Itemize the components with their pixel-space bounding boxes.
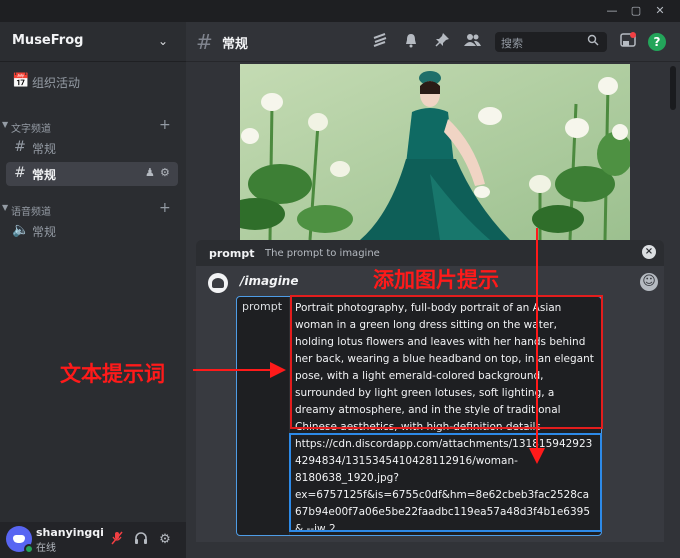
annotation-arrows xyxy=(193,228,545,464)
discord-app: — ▢ ✕ MuseFrog ⌄ 📅 组织活动 ▼ 文字频道 + # 常规 # … xyxy=(0,0,680,558)
